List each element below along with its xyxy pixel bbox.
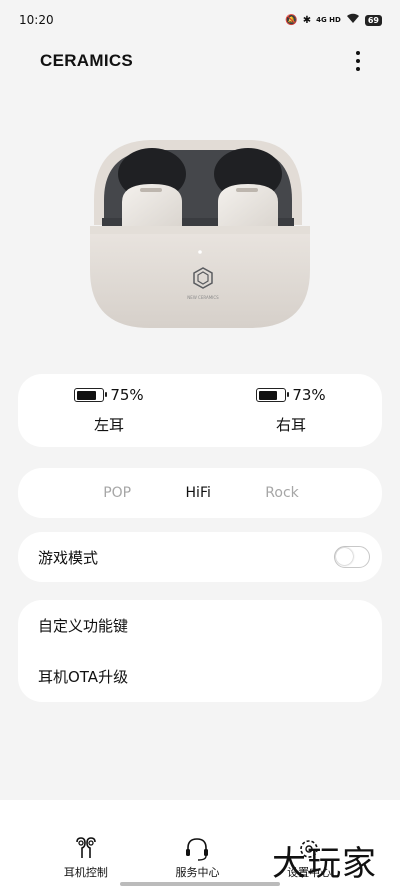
nav-item-earbuds-control[interactable]: 耳机控制 <box>41 800 131 889</box>
game-mode-label: 游戏模式 <box>38 548 99 567</box>
left-battery-percent: 75% <box>110 386 144 404</box>
wifi-icon <box>346 13 360 27</box>
earbuds-icon <box>76 837 96 858</box>
home-indicator[interactable] <box>120 882 280 886</box>
status-icons: 🔕 ✱ 4G HD 69 <box>285 13 382 27</box>
headset-icon <box>186 838 209 861</box>
page-title: CERAMICS <box>40 51 134 70</box>
eq-selector: POP HiFi Rock <box>18 468 382 518</box>
eq-option-rock[interactable]: Rock <box>265 485 298 501</box>
app-header: CERAMICS <box>0 40 400 82</box>
status-battery: 69 <box>364 14 382 26</box>
right-earbud-battery: 73% 右耳 <box>200 374 382 447</box>
menu-item-custom-keys[interactable]: 自定义功能键 <box>38 600 362 651</box>
mute-icon: 🔕 <box>285 14 298 26</box>
more-vertical-icon[interactable] <box>350 49 366 73</box>
battery-icon <box>74 388 108 402</box>
battery-card: 75% 左耳 73% 右耳 <box>18 374 382 447</box>
eq-option-hifi[interactable]: HiFi <box>186 485 211 501</box>
game-mode-toggle[interactable] <box>334 546 370 568</box>
network-indicator: 4G HD <box>316 15 341 24</box>
bluetooth-icon: ✱ <box>302 14 312 26</box>
right-battery-percent: 73% <box>292 386 326 404</box>
nav-label: 耳机控制 <box>63 866 108 879</box>
menu-item-ota-upgrade[interactable]: 耳机OTA升级 <box>38 651 362 702</box>
left-ear-label: 左耳 <box>93 416 124 434</box>
earbuds-case-image: NEW CERAMICS <box>80 130 320 345</box>
battery-icon <box>256 388 290 402</box>
status-bar: 10:20 🔕 ✱ 4G HD 69 <box>0 0 400 40</box>
nav-label: 服务中心 <box>175 866 220 879</box>
right-ear-label: 右耳 <box>275 416 306 434</box>
settings-menu: 自定义功能键 耳机OTA升级 <box>18 600 382 702</box>
case-logo-text: NEW CERAMICS <box>187 295 219 300</box>
nav-item-service-center[interactable]: 服务中心 <box>152 800 242 889</box>
game-mode-row: 游戏模式 <box>18 532 382 582</box>
eq-option-pop[interactable]: POP <box>103 485 131 501</box>
left-earbud-battery: 75% 左耳 <box>18 374 200 447</box>
status-time: 10:20 <box>19 13 54 27</box>
watermark-logo: 大玩家 <box>272 844 377 884</box>
